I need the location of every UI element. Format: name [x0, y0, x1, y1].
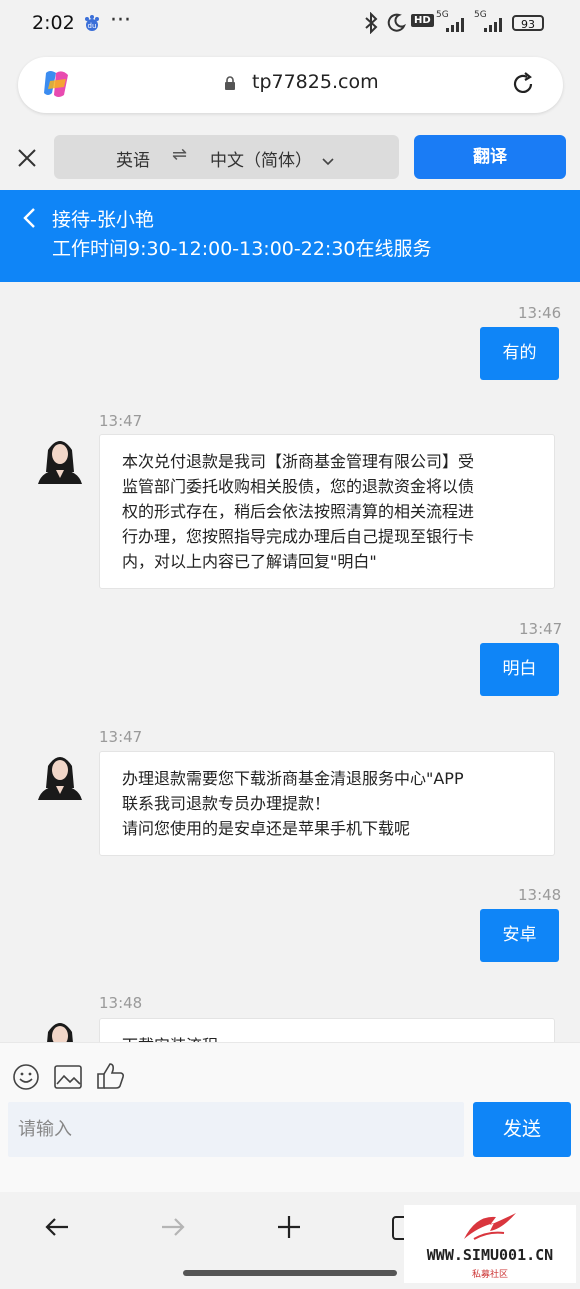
reload-icon[interactable]	[510, 71, 536, 97]
message-line: 联系我司退款专员办理提款！	[122, 794, 331, 813]
watermark-logo	[460, 1209, 520, 1249]
message-line: 内，对以上内容已了解请回复"明白"	[122, 552, 377, 571]
message-timestamp: 13:47	[519, 620, 563, 638]
agent-name: 接待-张小艳	[52, 209, 154, 231]
browser-logo-icon	[40, 69, 74, 99]
hd-badge: HD	[411, 14, 434, 27]
back-icon[interactable]	[44, 1216, 70, 1242]
message-line: 办理退款需要您下载浙商基金清退服务中心"APP	[122, 769, 464, 788]
service-hours: 工作时间9:30-12:00-13:00-22:30在线服务	[52, 238, 432, 260]
url-text[interactable]: tp77825.com	[252, 71, 379, 93]
user-message-bubble: 有的	[480, 327, 559, 380]
message-timestamp: 13:46	[518, 304, 562, 322]
signal-icon-2	[484, 16, 506, 36]
language-selector[interactable]: 英语 ⇌ 中文（简体）	[54, 135, 399, 179]
target-language[interactable]: 中文（简体）	[210, 146, 312, 171]
emoji-icon[interactable]	[12, 1063, 40, 1095]
watermark: WWW.SIMU001.CN 私募社区	[404, 1205, 576, 1283]
message-timestamp: 13:48	[99, 994, 143, 1012]
moon-icon	[386, 13, 407, 37]
forward-icon	[160, 1216, 186, 1242]
user-message-bubble: 安卓	[480, 909, 559, 962]
agent-avatar	[34, 432, 86, 484]
new-tab-plus-icon[interactable]	[276, 1214, 302, 1244]
message-line: 下载安装流程	[122, 1033, 534, 1042]
message-input[interactable]	[8, 1102, 464, 1157]
send-button[interactable]: 发送	[473, 1102, 571, 1157]
baidu-icon: du	[82, 13, 102, 37]
close-icon[interactable]	[16, 147, 38, 169]
swap-language-icon[interactable]: ⇌	[172, 144, 187, 165]
agent-message-bubble: 本次兑付退款是我司【浙商基金管理有限公司】受 监管部门委托收购相关股债，您的退款…	[99, 434, 555, 589]
watermark-name: 私募社区	[471, 1270, 508, 1280]
agent-avatar	[34, 1014, 86, 1042]
signal-icon	[446, 16, 468, 36]
chat-header: 接待-张小艳 工作时间9:30-12:00-13:00-22:30在线服务	[0, 190, 580, 282]
translate-button[interactable]: 翻译	[414, 135, 566, 179]
message-line: 请问您使用的是安卓还是苹果手机下载呢	[122, 819, 411, 838]
chat-toolbar	[0, 1042, 580, 1095]
message-timestamp: 13:48	[518, 886, 562, 904]
message-line: 行办理，您按照指导完成办理后自己提现至银行卡	[122, 527, 475, 546]
more-dots-icon: ···	[110, 8, 131, 33]
bluetooth-icon	[364, 11, 378, 38]
thumbs-up-icon[interactable]	[96, 1062, 126, 1094]
source-language[interactable]: 英语	[116, 146, 150, 171]
agent-message-bubble: 办理退款需要您下载浙商基金清退服务中心"APP 联系我司退款专员办理提款！ 请问…	[99, 751, 555, 856]
chevron-down-icon[interactable]	[322, 152, 334, 166]
message-line: 本次兑付退款是我司【浙商基金管理有限公司】受	[122, 452, 475, 471]
image-icon[interactable]	[54, 1064, 82, 1094]
user-message-bubble: 明白	[480, 643, 559, 696]
lock-icon	[224, 75, 236, 90]
svg-text:du: du	[88, 22, 97, 30]
message-timestamp: 13:47	[99, 412, 143, 430]
message-composer: 发送	[0, 1094, 580, 1192]
address-bar[interactable]: tp77825.com	[18, 57, 563, 113]
message-timestamp: 13:47	[99, 728, 143, 746]
home-indicator	[183, 1270, 397, 1276]
watermark-site: WWW.SIMU001.CN	[426, 1246, 554, 1264]
message-line: 监管部门委托收购相关股债，您的退款资金将以债	[122, 477, 475, 496]
status-bar: 2:02 du ··· HD 5G 5G 93	[0, 0, 580, 48]
status-time: 2:02	[32, 12, 75, 34]
chat-messages[interactable]: 13:46 有的 13:47 本次兑付退款是我司【浙商基金管理有限公司】受 监管…	[0, 282, 580, 1042]
back-arrow-icon[interactable]	[22, 207, 38, 229]
translate-bar: 英语 ⇌ 中文（简体） 翻译	[0, 122, 580, 190]
battery-indicator: 93	[512, 15, 544, 31]
agent-avatar	[34, 748, 86, 800]
agent-message-bubble: 下载安装流程	[99, 1018, 555, 1042]
message-line: 权的形式存在，稍后会依法按照清算的相关流程进	[122, 502, 475, 521]
